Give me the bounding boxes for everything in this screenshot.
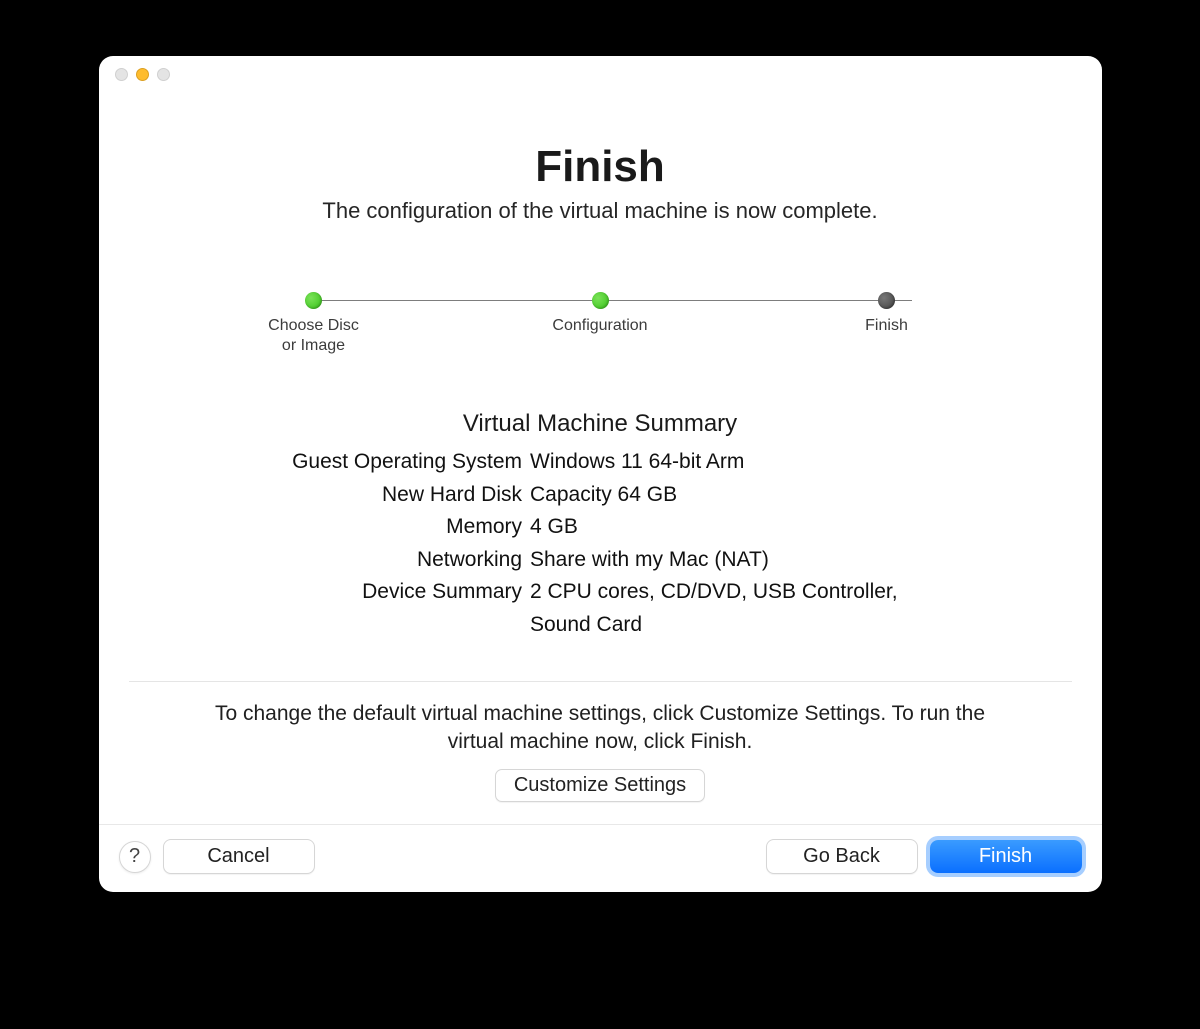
summary-value: Capacity 64 GB — [530, 479, 960, 512]
window-zoom-button[interactable] — [157, 68, 170, 81]
step-dot-icon — [592, 292, 609, 309]
summary-label: New Hard Disk — [240, 479, 530, 512]
titlebar — [99, 56, 1102, 92]
summary-value: 2 CPU cores, CD/DVD, USB Controller, Sou… — [530, 576, 960, 641]
step-label: Finish — [865, 316, 908, 336]
customize-settings-button[interactable]: Customize Settings — [495, 769, 705, 802]
step-dot-icon — [878, 292, 895, 309]
step-label: Configuration — [552, 316, 647, 336]
finish-button[interactable]: Finish — [930, 840, 1082, 873]
footer: ? Cancel Go Back Finish — [99, 824, 1102, 892]
step-label: Choose Disc or Image — [268, 316, 359, 356]
window-minimize-button[interactable] — [136, 68, 149, 81]
step-choose-disc: Choose Disc or Image — [259, 292, 369, 356]
go-back-button[interactable]: Go Back — [766, 839, 918, 874]
summary-title: Virtual Machine Summary — [240, 410, 960, 438]
summary-label: Device Summary — [240, 576, 530, 641]
hint-text: To change the default virtual machine se… — [190, 700, 1010, 755]
summary-row: New Hard Disk Capacity 64 GB — [240, 479, 960, 512]
summary-row: Memory 4 GB — [240, 511, 960, 544]
dialog-window: Finish The configuration of the virtual … — [99, 56, 1102, 892]
page-subtitle: The configuration of the virtual machine… — [99, 198, 1102, 224]
header: Finish The configuration of the virtual … — [99, 142, 1102, 224]
summary-label: Memory — [240, 511, 530, 544]
step-configuration: Configuration — [545, 292, 655, 336]
summary-label: Networking — [240, 544, 530, 577]
vm-summary: Virtual Machine Summary Guest Operating … — [240, 410, 960, 641]
summary-value: 4 GB — [530, 511, 960, 544]
summary-label: Guest Operating System — [240, 446, 530, 479]
hint-area: To change the default virtual machine se… — [129, 681, 1072, 824]
summary-value: Share with my Mac (NAT) — [530, 544, 960, 577]
summary-value: Windows 11 64-bit Arm — [530, 446, 960, 479]
page-title: Finish — [99, 142, 1102, 192]
window-close-button[interactable] — [115, 68, 128, 81]
summary-row: Guest Operating System Windows 11 64-bit… — [240, 446, 960, 479]
step-dot-icon — [305, 292, 322, 309]
summary-row: Device Summary 2 CPU cores, CD/DVD, USB … — [240, 576, 960, 641]
step-finish: Finish — [832, 292, 942, 336]
progress-steps: Choose Disc or Image Configuration Finis… — [259, 292, 942, 356]
cancel-button[interactable]: Cancel — [163, 839, 315, 874]
help-button[interactable]: ? — [119, 841, 151, 873]
summary-row: Networking Share with my Mac (NAT) — [240, 544, 960, 577]
